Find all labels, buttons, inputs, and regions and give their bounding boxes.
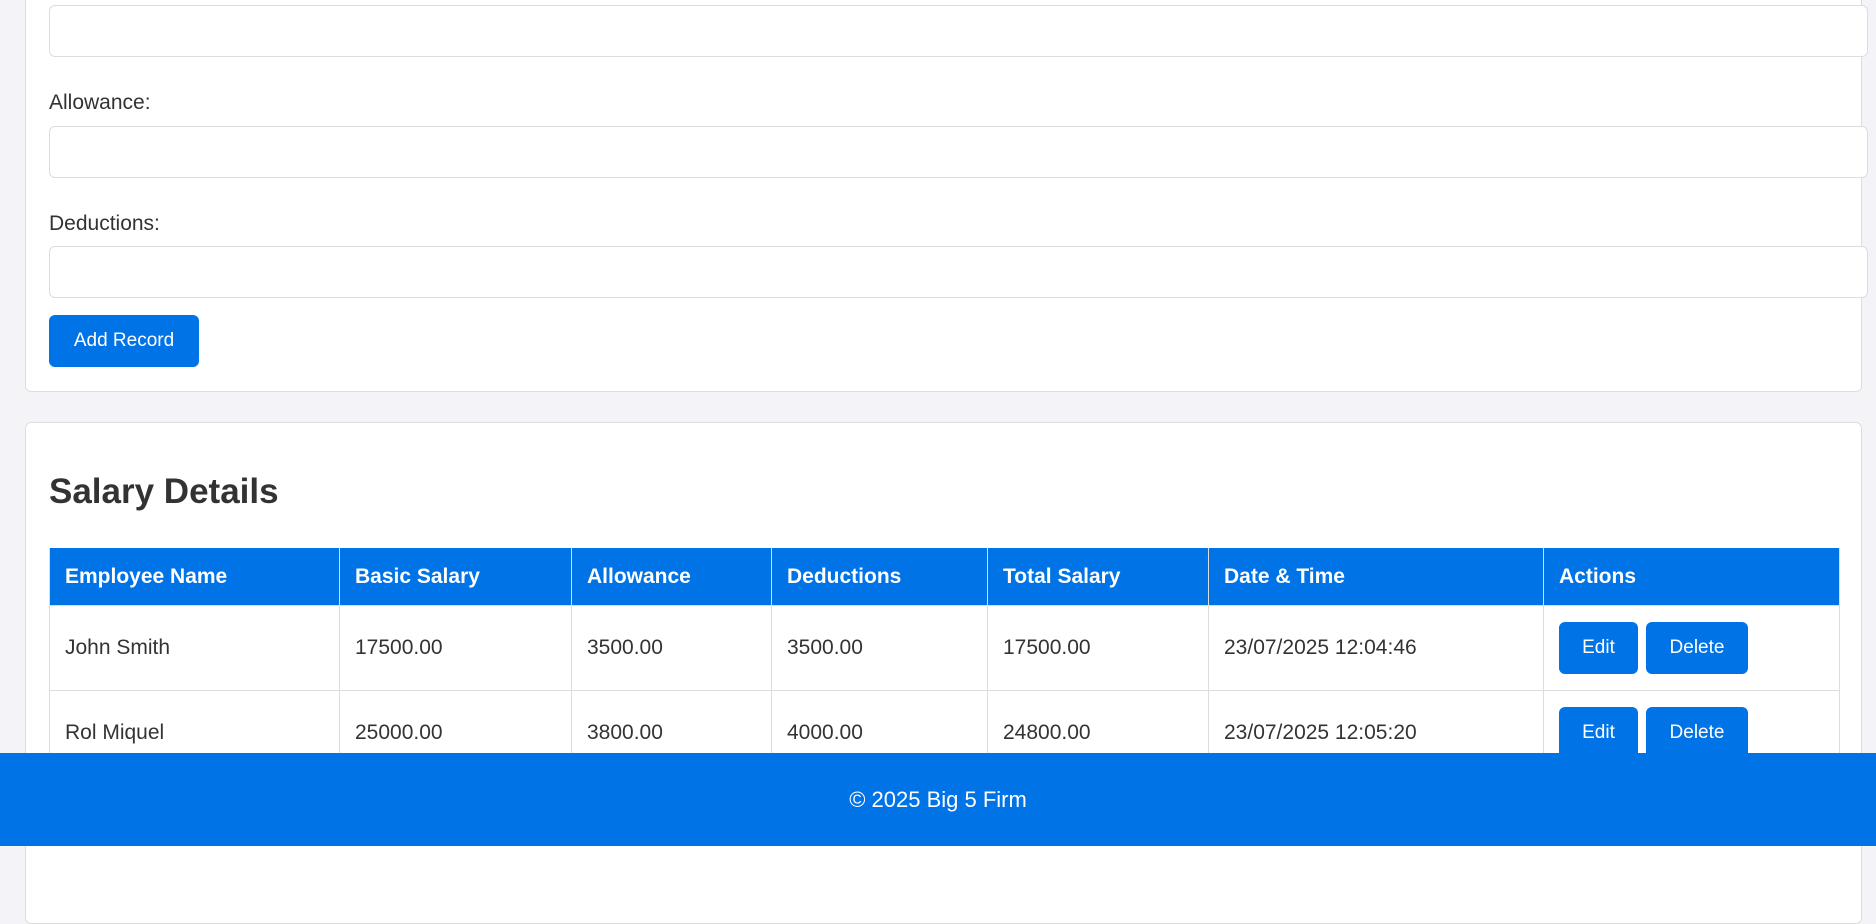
employee-name: John Smith xyxy=(49,605,340,691)
date-time: 23/07/2025 12:04:46 xyxy=(1208,605,1544,691)
delete-button[interactable]: Delete xyxy=(1646,707,1748,759)
deductions-input[interactable] xyxy=(49,246,1868,298)
col-allowance: Allowance xyxy=(571,548,772,606)
deductions-label: Deductions: xyxy=(49,212,160,235)
add-record-card xyxy=(25,0,1862,392)
allowance-label: Allowance: xyxy=(49,91,151,114)
salary-details-title: Salary Details xyxy=(49,472,279,511)
col-date-time: Date & Time xyxy=(1208,548,1544,606)
col-employee-name: Employee Name xyxy=(49,548,340,606)
col-total-salary: Total Salary xyxy=(987,548,1209,606)
allowance: 3500.00 xyxy=(571,605,772,691)
col-deductions: Deductions xyxy=(771,548,988,606)
basic-salary-input[interactable] xyxy=(49,5,1868,57)
table-header-row: Employee Name Basic Salary Allowance Ded… xyxy=(49,548,1840,606)
footer: © 2025 Big 5 Firm xyxy=(0,753,1876,846)
edit-button[interactable]: Edit xyxy=(1559,622,1638,674)
add-record-button[interactable]: Add Record xyxy=(49,315,199,367)
table-row: John Smith 17500.00 3500.00 3500.00 1750… xyxy=(49,605,1840,691)
allowance-input[interactable] xyxy=(49,126,1868,178)
delete-button[interactable]: Delete xyxy=(1646,622,1748,674)
footer-copyright: © 2025 Big 5 Firm xyxy=(849,786,1027,812)
col-basic-salary: Basic Salary xyxy=(339,548,572,606)
salary-table: Employee Name Basic Salary Allowance Ded… xyxy=(49,548,1840,776)
edit-button[interactable]: Edit xyxy=(1559,707,1638,759)
total-salary: 17500.00 xyxy=(987,605,1209,691)
deductions: 3500.00 xyxy=(771,605,988,691)
actions: Edit Delete xyxy=(1543,605,1840,691)
basic-salary: 17500.00 xyxy=(339,605,572,691)
col-actions: Actions xyxy=(1543,548,1840,606)
